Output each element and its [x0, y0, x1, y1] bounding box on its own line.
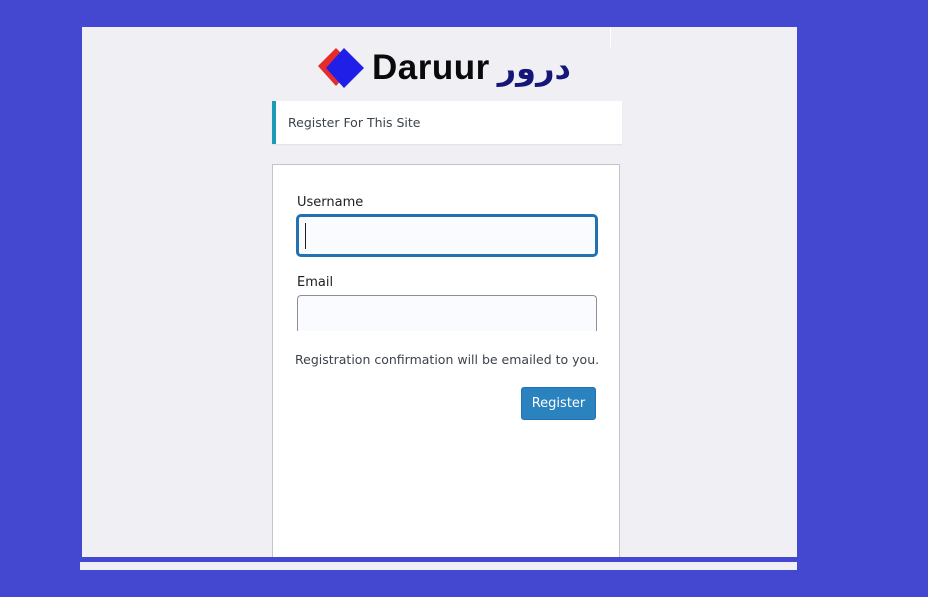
- email-input[interactable]: [297, 295, 597, 331]
- register-notice: Register For This Site: [272, 101, 622, 144]
- register-form: Username Email Registration confirmation…: [272, 164, 620, 557]
- username-label: Username: [297, 195, 364, 210]
- text-caret: [305, 223, 306, 249]
- divider-line: [610, 27, 611, 47]
- site-logo[interactable]: Daruur درور: [318, 45, 571, 91]
- register-button[interactable]: Register: [521, 387, 596, 420]
- confirmation-message: Registration confirmation will be emaile…: [295, 352, 600, 367]
- notice-text: Register For This Site: [288, 115, 421, 130]
- window-bottom-bar: [80, 562, 797, 570]
- email-label: Email: [297, 275, 334, 290]
- logo-text: Daruur: [372, 48, 490, 87]
- logo-arabic-text: درور: [497, 49, 571, 87]
- diamond-logo-icon: [318, 48, 364, 88]
- username-input[interactable]: [297, 215, 597, 256]
- email-input-cutoff: [295, 331, 601, 335]
